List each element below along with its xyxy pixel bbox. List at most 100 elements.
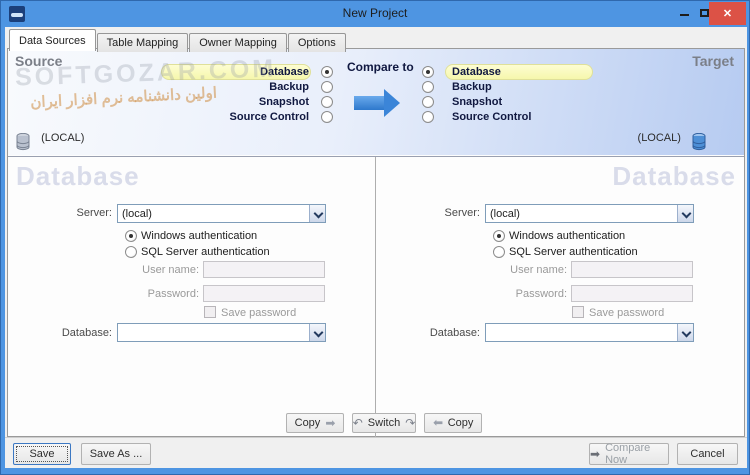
server-label: Server: [76, 207, 112, 219]
tab-data-sources[interactable]: Data Sources [9, 29, 96, 51]
switch-label: Switch [367, 417, 401, 429]
option-label: Source Control [229, 111, 309, 123]
database-label: Database: [61, 327, 112, 339]
copy-to-source-button[interactable]: ➡ Copy [424, 413, 482, 433]
compare-to-label: Compare to [347, 60, 414, 74]
target-server-combobox[interactable]: (local) [485, 204, 694, 223]
source-option-source-control[interactable]: Source Control [158, 110, 333, 125]
source-panel-heading: Database [16, 161, 140, 191]
windows-auth-label: Windows authentication [141, 230, 258, 242]
minimize-button[interactable] [675, 1, 693, 25]
option-label: Source Control [452, 111, 532, 123]
close-icon: ✕ [722, 8, 733, 20]
tab-strip: Data Sources Table Mapping Owner Mapping Op… [9, 29, 347, 52]
target-option-database[interactable]: Database [422, 64, 597, 80]
save-as-button[interactable]: Save As ... [81, 443, 151, 465]
database-icon [692, 133, 706, 151]
copy-label: Copy [447, 417, 474, 429]
server-value: (local) [490, 208, 520, 220]
tab-table-mapping[interactable]: Table Mapping [96, 33, 189, 52]
copy-to-target-button[interactable]: Copy ➡ [286, 413, 344, 433]
password-label: Password: [515, 288, 567, 300]
compare-arrow-icon [354, 89, 400, 117]
username-label: User name: [142, 264, 199, 276]
target-source-control-radio[interactable] [422, 111, 434, 123]
source-local-label: (LOCAL) [41, 132, 85, 144]
sql-auth-label: SQL Server authentication [141, 246, 270, 258]
source-source-control-radio[interactable] [321, 111, 333, 123]
footer-bar: Save Save As ... ➡ Compare Now Cancel [5, 437, 747, 468]
chevron-down-icon[interactable] [677, 324, 693, 341]
source-option-backup[interactable]: Backup [158, 80, 333, 95]
source-sql-auth-radio[interactable] [125, 246, 137, 258]
curved-arrow-right-icon: ↷ [405, 416, 416, 430]
connection-panels: Database Server: (local) Windows authent… [8, 156, 744, 437]
new-project-dialog: New Project ✕ SOFTGOZAR.COM اولین دانشنا… [0, 0, 750, 475]
target-database-radio[interactable] [422, 66, 434, 78]
target-option-source-control[interactable]: Source Control [422, 110, 597, 125]
source-option-snapshot[interactable]: Snapshot [158, 95, 333, 110]
option-label: Database [452, 66, 501, 78]
chevron-down-icon[interactable] [677, 205, 693, 222]
cancel-button[interactable]: Cancel [677, 443, 738, 465]
target-snapshot-radio[interactable] [422, 96, 434, 108]
source-local-row: (LOCAL) [16, 132, 84, 151]
target-database-combobox[interactable] [485, 323, 694, 342]
option-label: Backup [452, 81, 492, 93]
source-snapshot-radio[interactable] [321, 96, 333, 108]
source-database-combobox[interactable] [117, 323, 326, 342]
source-password-field[interactable] [203, 285, 325, 302]
database-icon [16, 133, 30, 151]
option-label: Backup [269, 81, 309, 93]
target-local-label: (LOCAL) [637, 132, 681, 144]
source-database-radio[interactable] [321, 66, 333, 78]
source-heading: Source [15, 53, 63, 69]
tab-page: Source Target Database Backup Snapshot S… [7, 48, 745, 437]
source-server-combobox[interactable]: (local) [117, 204, 326, 223]
switch-button[interactable]: ↶ Switch ↷ [352, 413, 416, 433]
source-windows-auth-radio[interactable] [125, 230, 137, 242]
arrow-left-icon: ➡ [432, 416, 443, 430]
target-heading: Target [692, 53, 734, 69]
target-save-password-checkbox[interactable] [572, 306, 584, 318]
server-value: (local) [122, 208, 152, 220]
username-label: User name: [510, 264, 567, 276]
chevron-down-icon[interactable] [309, 205, 325, 222]
tab-options[interactable]: Options [287, 33, 346, 52]
source-backup-radio[interactable] [321, 81, 333, 93]
target-windows-auth-radio[interactable] [493, 230, 505, 242]
chevron-down-icon[interactable] [309, 324, 325, 341]
source-username-field[interactable] [203, 261, 325, 278]
cancel-label: Cancel [690, 448, 725, 460]
tab-owner-mapping[interactable]: Owner Mapping [189, 33, 287, 52]
close-button[interactable]: ✕ [709, 2, 746, 25]
save-as-label: Save As ... [89, 448, 143, 460]
target-username-field[interactable] [571, 261, 693, 278]
dialog-body: SOFTGOZAR.COM اولین دانشنامه نرم افزار ا… [5, 27, 747, 468]
target-panel-heading: Database [612, 161, 736, 191]
password-label: Password: [147, 288, 199, 300]
target-password-field[interactable] [571, 285, 693, 302]
window-title: New Project [342, 6, 408, 20]
option-label: Snapshot [452, 96, 503, 108]
target-sql-auth-radio[interactable] [493, 246, 505, 258]
option-label: Database [260, 66, 309, 78]
curved-arrow-left-icon: ↶ [352, 416, 363, 430]
maximize-icon [699, 9, 709, 17]
target-option-backup[interactable]: Backup [422, 80, 597, 95]
target-backup-radio[interactable] [422, 81, 434, 93]
save-label: Save [29, 448, 55, 460]
source-target-section: Source Target Database Backup Snapshot S… [8, 49, 744, 155]
source-option-database[interactable]: Database [158, 64, 333, 80]
compare-now-button[interactable]: ➡ Compare Now [589, 442, 669, 466]
target-option-snapshot[interactable]: Snapshot [422, 95, 597, 110]
compare-now-label: Compare Now [605, 442, 651, 466]
windows-auth-label: Windows authentication [509, 230, 626, 242]
server-label: Server: [444, 207, 480, 219]
title-bar[interactable]: New Project ✕ [1, 1, 749, 27]
sql-auth-label: SQL Server authentication [509, 246, 638, 258]
target-local-row: (LOCAL) [638, 132, 706, 151]
save-button[interactable]: Save [13, 443, 71, 465]
source-save-password-checkbox[interactable] [204, 306, 216, 318]
option-label: Snapshot [258, 96, 309, 108]
